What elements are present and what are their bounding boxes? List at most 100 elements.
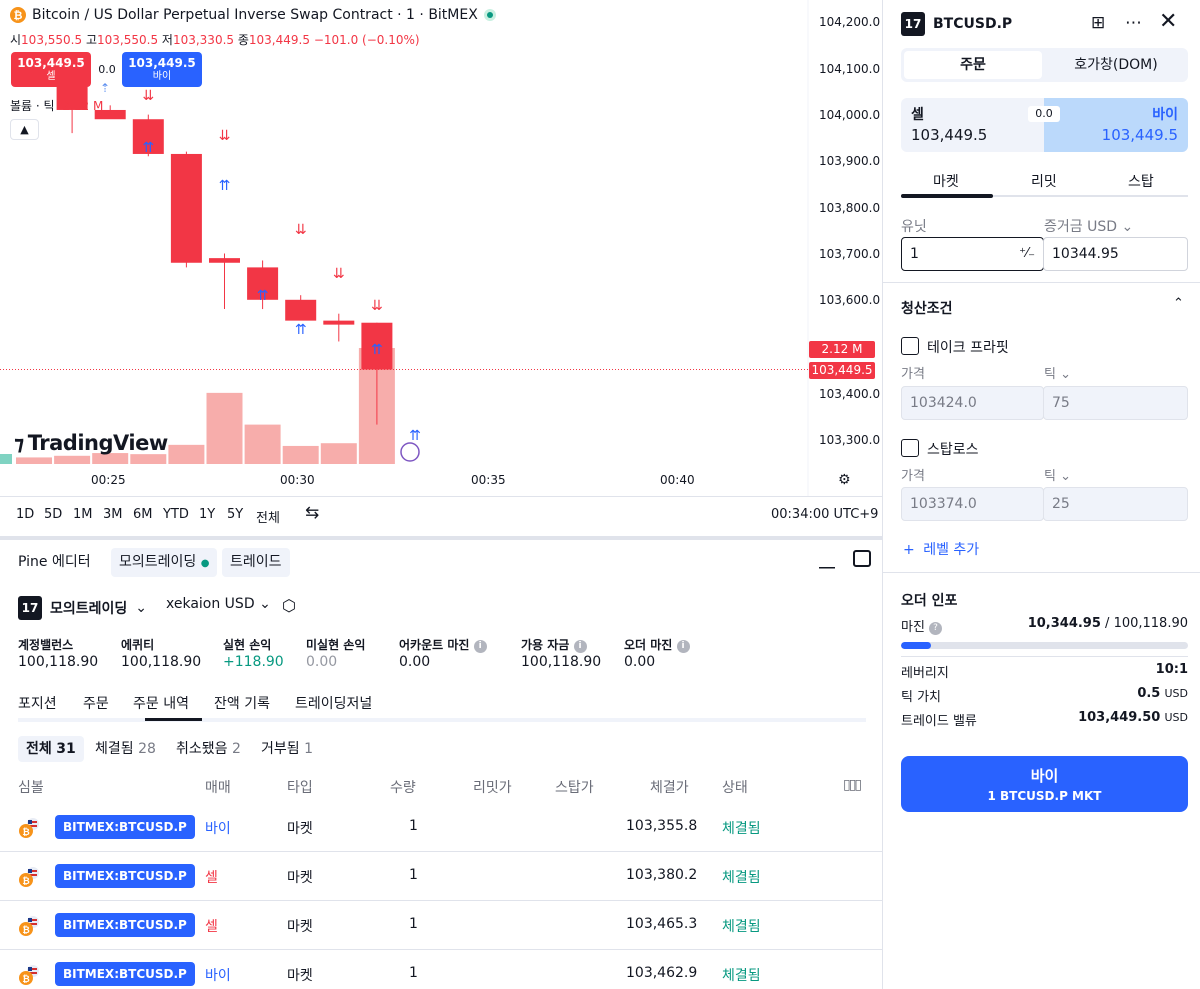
account-settings-icon[interactable]: ⬡: [282, 596, 296, 615]
minimize-icon[interactable]: ⎽: [819, 550, 835, 570]
subtab-order-history[interactable]: 주문 내역: [133, 693, 189, 713]
buy-quote[interactable]: 바이 103,449.5: [1044, 98, 1188, 152]
leverage-label: 레버리지: [901, 666, 949, 681]
order-mode-switch: 주문 호가창(DOM): [901, 48, 1188, 82]
info-icon[interactable]: i: [676, 640, 690, 653]
subtab-balance-history[interactable]: 잔액 기록: [214, 693, 270, 713]
account-user-selector[interactable]: xekaion USD ⌄: [166, 596, 271, 612]
place-buy-order-button[interactable]: 바이 1 BTCUSD.P MKT: [901, 756, 1188, 812]
type-limit[interactable]: 리밋: [1031, 171, 1057, 191]
chart-pane[interactable]: ⇊ ⇊ ⇊ ⇊ ⇊ ⇈ ⇈ ⇈ ⇈ ⇈ ⇈ ₿ Bitcoin / US Dollar Perpet…: [0, 0, 882, 496]
fill-price-cell: 103,465.3: [626, 916, 698, 932]
info-icon[interactable]: i: [473, 640, 487, 653]
more-icon[interactable]: ⋯: [1125, 13, 1142, 33]
clock-time[interactable]: 00:34:00 UTC+9: [771, 507, 878, 522]
sell-marker-icon: ⇊: [333, 266, 345, 282]
type-stop[interactable]: 스탑: [1128, 171, 1154, 191]
range-1d[interactable]: 1D: [16, 507, 34, 522]
buy-marker-icon: ⇈: [257, 288, 269, 304]
volume-bar: [244, 424, 281, 464]
chart-sell-button[interactable]: 103,449.5 셀: [11, 52, 91, 87]
tab-paper-trading[interactable]: 모의트레이딩 ●: [111, 548, 218, 577]
column-header[interactable]: 리밋가: [473, 777, 512, 797]
subtab-indicator: [145, 718, 202, 721]
status-cell: 체결됨: [722, 919, 761, 935]
tick-value-label: 틱 가치: [901, 690, 942, 705]
table-row[interactable]: ₿ BITMEX:BTCUSD.P 셀 마켓 1 103,380.2 체결됨: [0, 852, 882, 901]
range-ytd[interactable]: YTD: [163, 507, 189, 522]
tick-selector[interactable]: 틱 ⌄: [1044, 363, 1071, 382]
column-header[interactable]: 수량: [390, 777, 416, 797]
symbol-chip[interactable]: BITMEX:BTCUSD.P: [55, 864, 195, 888]
svg-text:₿: ₿: [22, 925, 29, 936]
time-axis-label: 00:25: [91, 473, 126, 487]
filter-all[interactable]: 전체 31: [18, 736, 84, 762]
stat-label: 미실현 손익: [306, 638, 366, 652]
subtab-positions[interactable]: 포지션: [18, 693, 57, 713]
help-icon[interactable]: ?: [929, 622, 943, 635]
column-header[interactable]: 심볼: [18, 777, 44, 797]
column-header[interactable]: 타입: [287, 777, 313, 797]
range-3m[interactable]: 3M: [103, 507, 123, 522]
calculator-icon[interactable]: ⁺⁄₋: [1019, 238, 1035, 270]
trading-panel: Pine 에디터 모의트레이딩 ● 트레이드 ⎽ 17 모의트레이딩 ⌄ xek…: [0, 536, 882, 989]
add-layout-icon[interactable]: ⊞: [1091, 13, 1105, 33]
close-icon[interactable]: ✕: [1159, 9, 1177, 34]
symbol-title[interactable]: Bitcoin / US Dollar Perpetual Inverse Sw…: [32, 7, 478, 23]
info-icon[interactable]: i: [573, 640, 587, 653]
columns-settings-icon[interactable]: ▯▯▯: [843, 777, 862, 793]
volume-bar: [206, 392, 243, 464]
volume-bar: [130, 454, 167, 464]
sl-ticks-input: 25: [1043, 487, 1188, 521]
maximize-icon[interactable]: [853, 550, 871, 567]
range-1y[interactable]: 1Y: [199, 507, 215, 522]
table-row[interactable]: ₿ BITMEX:BTCUSD.P 바이 마켓 1 103,462.9 체결됨: [0, 950, 882, 989]
margin-unit-selector[interactable]: 증거금 USD ⌄: [1044, 216, 1133, 236]
stop-loss-label[interactable]: 스탑로스: [927, 439, 979, 459]
column-header[interactable]: 매매: [205, 777, 231, 797]
symbol-chip[interactable]: BITMEX:BTCUSD.P: [55, 962, 195, 986]
tick-selector[interactable]: 틱 ⌄: [1044, 465, 1071, 484]
chevron-up-icon[interactable]: ▲: [10, 119, 39, 140]
symbol-chip[interactable]: BITMEX:BTCUSD.P: [55, 913, 195, 937]
tab-pine-editor[interactable]: Pine 에디터: [10, 548, 99, 577]
range-all[interactable]: 전체: [256, 507, 280, 526]
chart-buy-button[interactable]: 103,449.5 바이: [122, 52, 202, 87]
tab-dom[interactable]: 호가창(DOM): [1047, 51, 1185, 79]
account-selector[interactable]: 17 모의트레이딩 ⌄: [18, 596, 147, 620]
table-row[interactable]: ₿ BITMEX:BTCUSD.P 바이 마켓 1 103,355.8 체결됨: [0, 803, 882, 852]
goto-date-icon[interactable]: ⇆: [305, 503, 319, 523]
subtab-orders[interactable]: 주문: [83, 693, 109, 713]
take-profit-checkbox[interactable]: [901, 337, 919, 355]
type-cell: 마켓: [287, 870, 313, 886]
filter-rejected[interactable]: 거부됨 1: [261, 736, 313, 762]
tab-trade[interactable]: 트레이드: [222, 548, 290, 577]
qty-cell: 1: [409, 818, 418, 834]
buy-marker-icon: ⇈: [409, 428, 421, 444]
stat-value: 100,118.90: [521, 654, 602, 670]
add-level-button[interactable]: + 레벨 추가: [903, 539, 979, 559]
status-cell: 체결됨: [722, 821, 761, 837]
sell-quote[interactable]: 셀 103,449.5: [901, 98, 1044, 152]
units-input[interactable]: 1 ⁺⁄₋: [901, 237, 1044, 271]
take-profit-label[interactable]: 테이크 프라핏: [927, 337, 1009, 357]
column-header[interactable]: 체결가: [650, 777, 689, 797]
range-5d[interactable]: 5D: [44, 507, 62, 522]
tab-order[interactable]: 주문: [904, 51, 1042, 79]
chart-settings-icon[interactable]: ⚙: [838, 472, 851, 488]
margin-input[interactable]: 10344.95: [1043, 237, 1188, 271]
change-value: −101.0 (−0.10%): [313, 33, 420, 47]
range-6m[interactable]: 6M: [133, 507, 153, 522]
filter-cancelled[interactable]: 취소됐음 2: [176, 736, 241, 762]
table-row[interactable]: ₿ BITMEX:BTCUSD.P 셀 마켓 1 103,465.3 체결됨: [0, 901, 882, 950]
chevron-up-icon[interactable]: ⌃: [1173, 296, 1184, 311]
filter-filled[interactable]: 체결됨 28: [95, 736, 156, 762]
column-header[interactable]: 상태: [722, 777, 748, 797]
column-header[interactable]: 스탑가: [555, 777, 594, 797]
range-1m[interactable]: 1M: [73, 507, 93, 522]
stop-loss-checkbox[interactable]: [901, 439, 919, 457]
range-5y[interactable]: 5Y: [227, 507, 243, 522]
subtab-trading-journal[interactable]: 트레이딩저널: [295, 693, 372, 713]
type-market[interactable]: 마켓: [933, 171, 959, 191]
symbol-chip[interactable]: BITMEX:BTCUSD.P: [55, 815, 195, 839]
